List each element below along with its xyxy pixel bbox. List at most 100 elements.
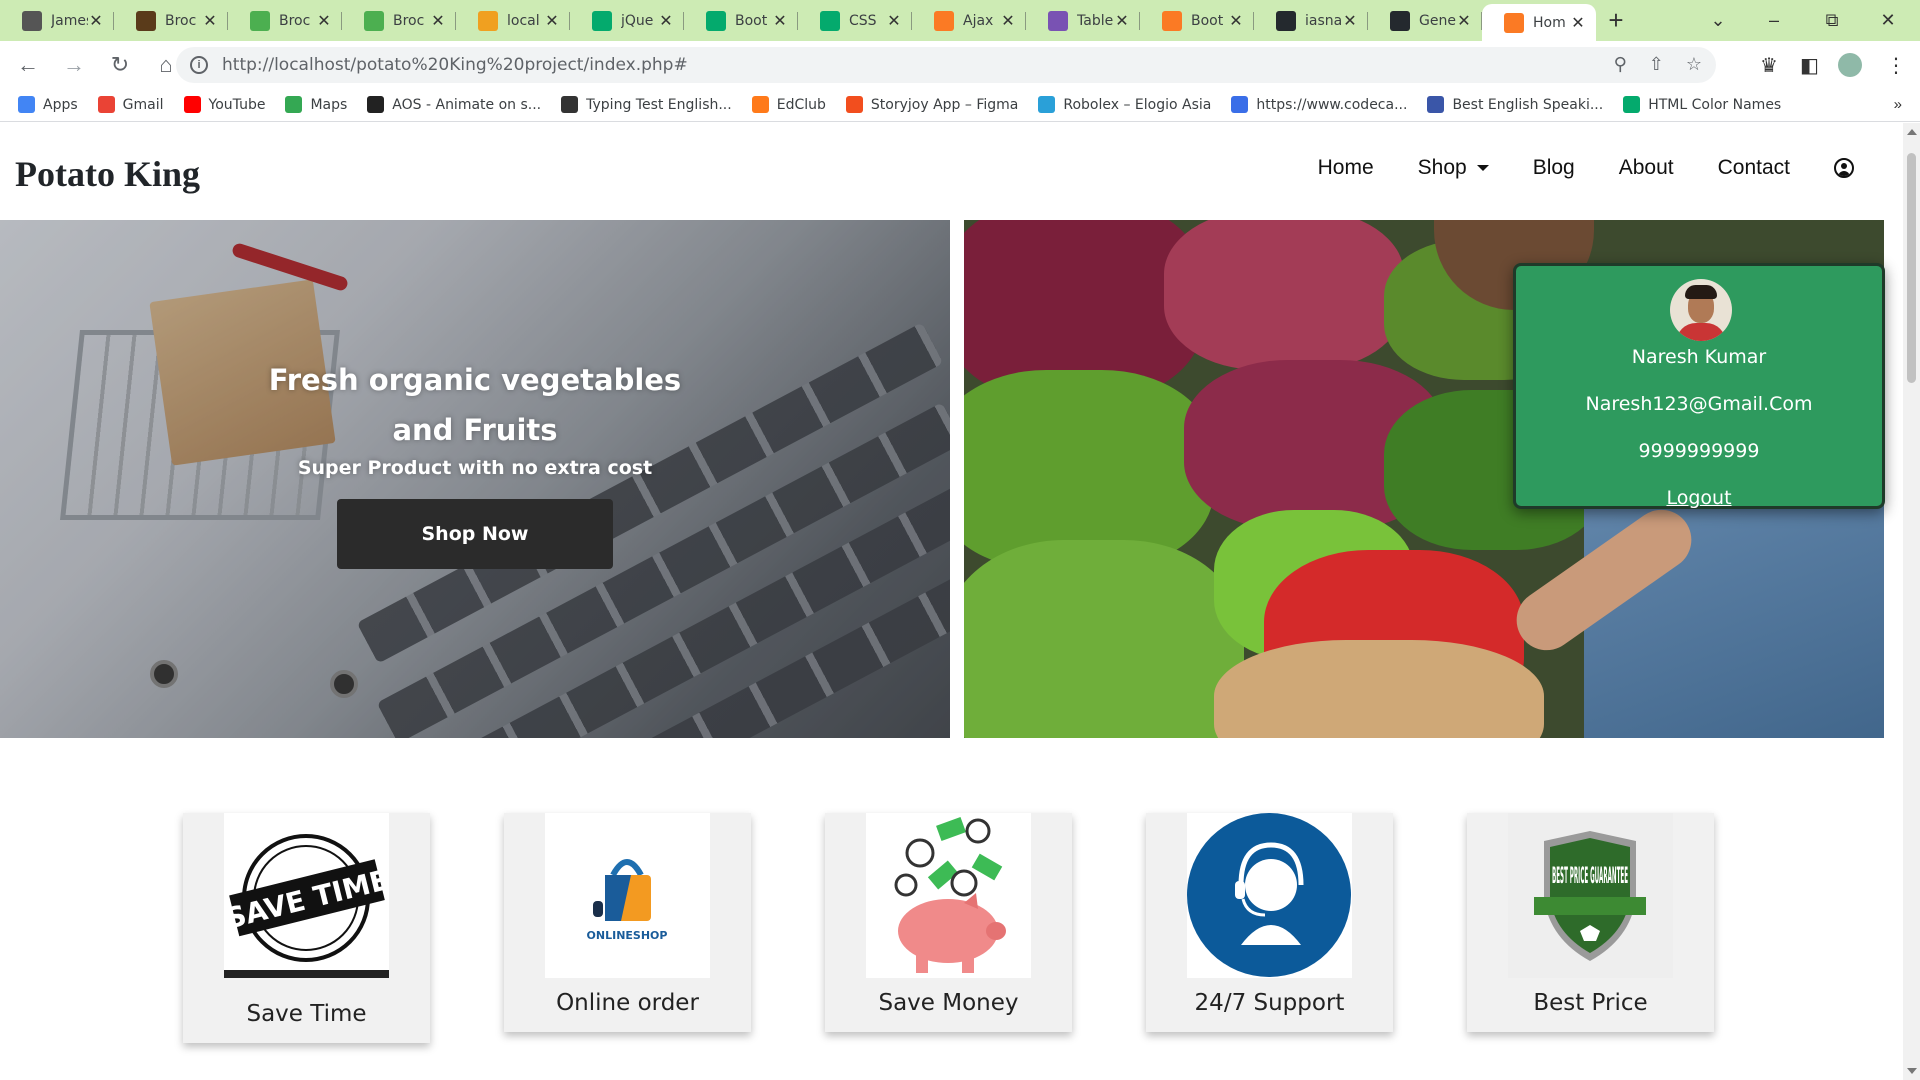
browser-tab[interactable]: Boot ✕ <box>684 0 798 41</box>
tab-close-icon[interactable]: ✕ <box>658 11 674 31</box>
feature-label-support: 24/7 Support <box>1194 990 1345 1016</box>
shop-now-button[interactable]: Shop Now <box>337 499 613 569</box>
browser-tab[interactable]: jQue ✕ <box>570 0 684 41</box>
bookmark-item[interactable]: YouTube <box>183 96 265 113</box>
tab-close-icon[interactable]: ✕ <box>202 11 218 31</box>
tab-close-icon[interactable]: ✕ <box>88 11 104 31</box>
more-bookmarks-chevron-icon[interactable]: » <box>1894 96 1902 113</box>
reload-icon[interactable]: ↻ <box>100 45 140 85</box>
bootstrap-favicon <box>1048 10 1068 31</box>
figma-icon <box>845 96 863 113</box>
browser-tab[interactable]: iasna ✕ <box>1254 0 1368 41</box>
restore-window-button[interactable]: ⧉ <box>1804 0 1860 41</box>
key-icon[interactable]: ⚲ <box>1614 54 1627 75</box>
brand-logo[interactable]: Potato King <box>15 153 200 195</box>
tab-close-icon[interactable]: ✕ <box>1570 13 1586 33</box>
chrome-menu-icon[interactable]: ⋮ <box>1886 47 1906 83</box>
hero-section: Fresh organic vegetables and Fruits Supe… <box>0 220 1885 738</box>
logout-link[interactable]: Logout <box>1516 487 1882 509</box>
piggy-bank-icon <box>866 813 1031 978</box>
nav-home[interactable]: Home <box>1318 156 1374 180</box>
hero-subtitle: Super Product with no extra cost <box>297 457 653 479</box>
scroll-down-arrow-icon[interactable] <box>1907 1068 1917 1074</box>
typing-icon <box>561 96 579 113</box>
nav-shop-dropdown[interactable]: Shop <box>1418 156 1489 180</box>
browser-tab[interactable]: Ajax ✕ <box>912 0 1026 41</box>
tab-title: Broc <box>393 12 425 29</box>
bookmark-item[interactable]: Typing Test English... <box>561 96 732 113</box>
browser-tab[interactable]: Broc ✕ <box>114 0 228 41</box>
nav-about[interactable]: About <box>1619 156 1674 180</box>
browser-tab[interactable]: Boot ✕ <box>1140 0 1254 41</box>
browser-tab[interactable]: local ✕ <box>456 0 570 41</box>
profile-avatar-icon[interactable] <box>1838 47 1862 83</box>
tab-title: Boot <box>735 12 768 29</box>
nav-contact[interactable]: Contact <box>1718 156 1790 180</box>
bookmark-item[interactable]: Robolex – Elogio Asia <box>1038 96 1211 113</box>
tab-close-icon[interactable]: ✕ <box>316 11 332 31</box>
tab-close-icon[interactable]: ✕ <box>1000 11 1016 31</box>
hero-caption: Fresh organic vegetables and Fruits Supe… <box>250 355 700 479</box>
feature-card-online-order[interactable]: ONLINESHOP Online order <box>504 813 751 1032</box>
browser-tab[interactable]: James✕ <box>0 0 114 41</box>
tab-close-icon[interactable]: ✕ <box>1228 11 1244 31</box>
browser-tab[interactable]: Table ✕ <box>1026 0 1140 41</box>
tab-close-icon[interactable]: ✕ <box>1342 11 1358 31</box>
browser-tab[interactable]: CSS ✕ <box>798 0 912 41</box>
address-bar[interactable]: i http://localhost/potato%20King%20proje… <box>176 47 1716 83</box>
bookmark-item[interactable]: EdClub <box>751 96 826 113</box>
forward-arrow-icon[interactable]: → <box>54 45 94 85</box>
back-arrow-icon[interactable]: ← <box>8 45 48 85</box>
tab-search-chevron-icon[interactable]: ⌄ <box>1690 0 1746 41</box>
tab-close-icon[interactable]: ✕ <box>886 11 902 31</box>
scroll-up-arrow-icon[interactable] <box>1907 129 1917 135</box>
side-panel-icon[interactable]: ◧ <box>1800 47 1819 83</box>
bookmark-label: https://www.codeca... <box>1256 96 1408 113</box>
browser-tab[interactable]: Broc ✕ <box>342 0 456 41</box>
feature-label-online-order: Online order <box>556 990 699 1016</box>
browser-tab[interactable]: Broc ✕ <box>228 0 342 41</box>
tab-close-icon[interactable]: ✕ <box>430 11 446 31</box>
tabs-container: James✕Broc✕Broc✕Broc✕local✕jQue✕Boot✕CSS… <box>0 0 1596 41</box>
close-window-button[interactable]: ✕ <box>1860 0 1916 41</box>
feature-card-save-time[interactable]: SAVE TIME Save Time <box>183 813 430 1043</box>
bookmark-item[interactable]: https://www.codeca... <box>1231 96 1407 113</box>
bookmark-label: Storyjoy App – Figma <box>870 96 1019 113</box>
share-icon[interactable]: ⇧ <box>1649 54 1664 75</box>
bookmark-item[interactable]: Apps <box>18 96 78 113</box>
tab-close-icon[interactable]: ✕ <box>772 11 788 31</box>
profile-name: Naresh Kumar <box>1631 346 1767 368</box>
bookmark-item[interactable]: HTML Color Names <box>1623 96 1781 113</box>
leaf-favicon <box>250 10 270 31</box>
bookmark-label: AOS - Animate on s... <box>392 96 542 113</box>
bookmark-item[interactable]: Gmail <box>97 96 164 113</box>
phpmyadmin-favicon <box>478 10 498 31</box>
feature-card-save-money[interactable]: Save Money <box>825 813 1072 1032</box>
bookmark-item[interactable]: AOS - Animate on s... <box>367 96 541 113</box>
leaf-favicon <box>364 10 384 31</box>
tab-close-icon[interactable]: ✕ <box>1456 11 1472 31</box>
browser-tab[interactable]: Gene ✕ <box>1368 0 1482 41</box>
site-info-icon[interactable]: i <box>190 56 208 74</box>
tab-close-icon[interactable]: ✕ <box>544 11 560 31</box>
user-account-icon[interactable] <box>1834 158 1854 178</box>
extensions-puzzle-icon[interactable]: ♛ <box>1760 47 1778 83</box>
profile-dropdown: Naresh Kumar Naresh123@Gmail.Com 9999999… <box>1513 263 1885 509</box>
tab-close-icon[interactable]: ✕ <box>1114 11 1130 31</box>
page-scrollbar[interactable] <box>1903 123 1920 1080</box>
bookmark-item[interactable]: Storyjoy App – Figma <box>845 96 1019 113</box>
bookmark-item[interactable]: Best English Speaki... <box>1427 96 1603 113</box>
person-favicon <box>22 10 42 31</box>
browser-tab[interactable]: Hom ✕ <box>1482 4 1596 41</box>
minimize-window-button[interactable]: – <box>1746 0 1802 41</box>
bookmark-label: Best English Speaki... <box>1452 96 1604 113</box>
feature-card-support[interactable]: 24/7 Support <box>1146 813 1393 1032</box>
bookmark-item[interactable]: Maps <box>285 96 347 113</box>
w3schools-favicon <box>592 10 612 31</box>
feature-card-best-price[interactable]: BEST PRICE GUARANTEE Best Price <box>1467 813 1714 1032</box>
new-tab-button[interactable]: + <box>1596 0 1636 41</box>
scrollbar-thumb[interactable] <box>1907 153 1916 383</box>
url-text[interactable]: http://localhost/potato%20King%20project… <box>222 55 688 75</box>
nav-blog[interactable]: Blog <box>1533 156 1575 180</box>
bookmark-star-icon[interactable]: ☆ <box>1686 54 1702 75</box>
